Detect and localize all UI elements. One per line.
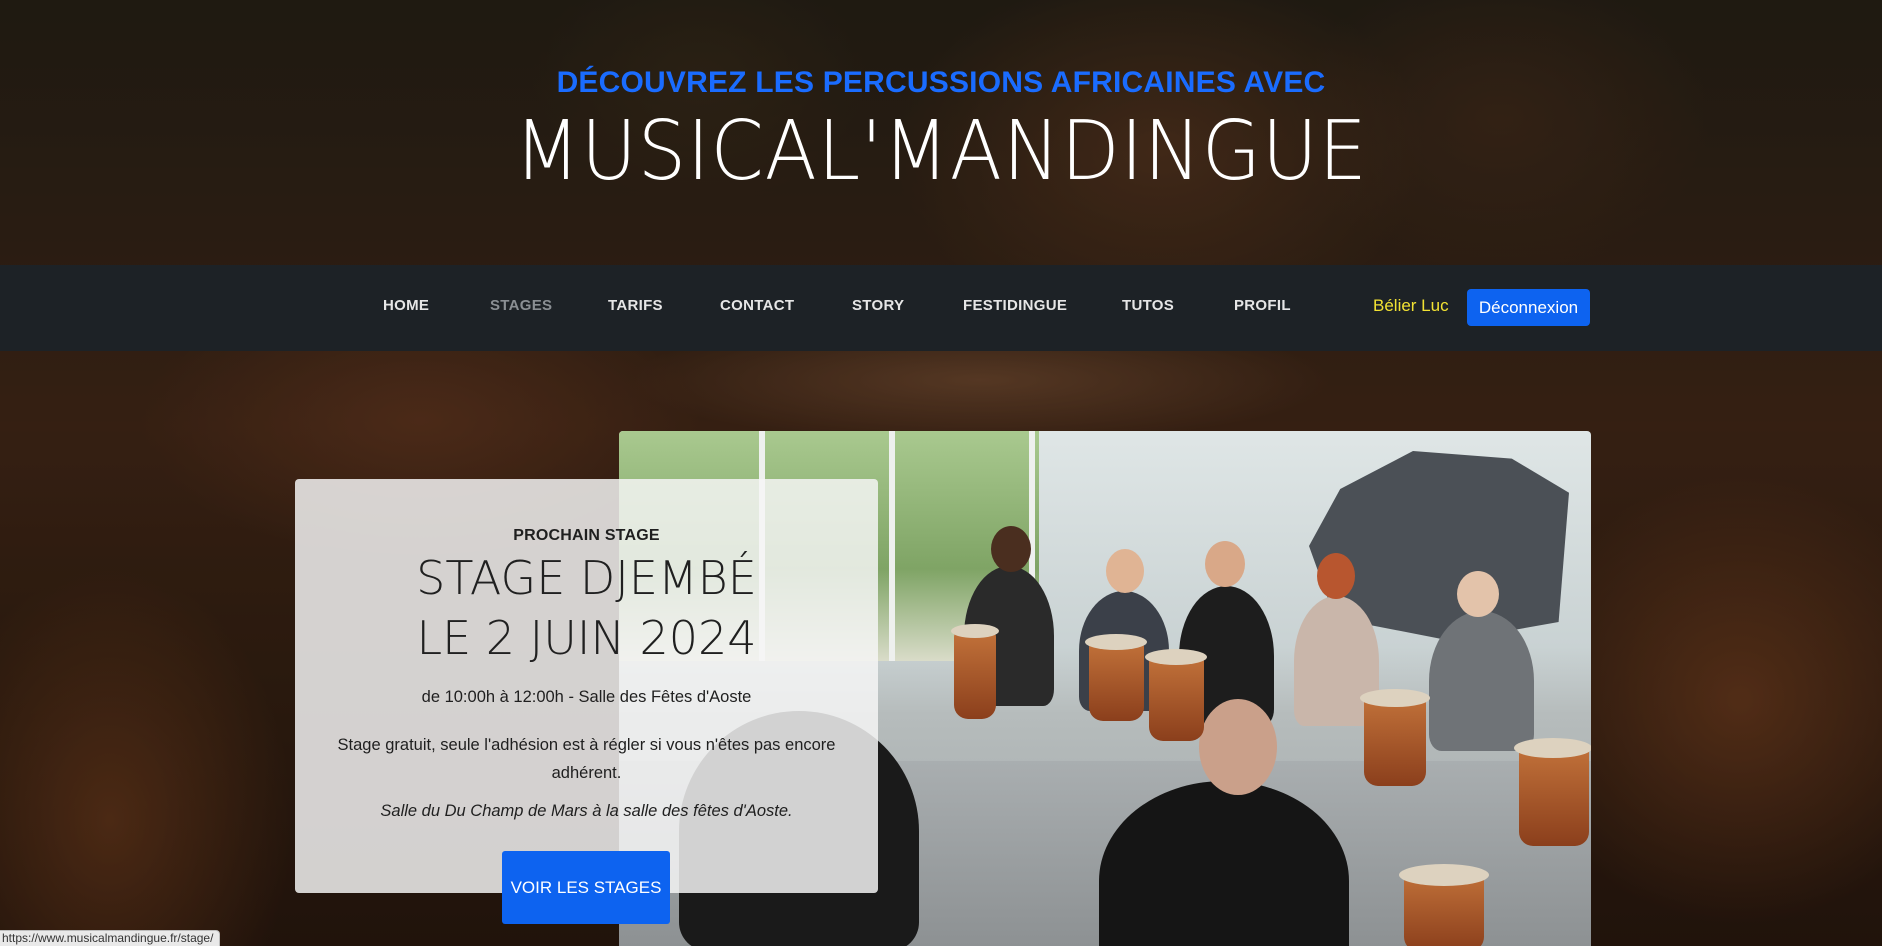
workshop-title: STAGE DJEMBÉ LE 2 JUIN 2024 — [295, 548, 878, 668]
photo-person — [1429, 611, 1534, 751]
nav-item-contact[interactable]: CONTACT — [720, 297, 794, 314]
photo-window-frame — [889, 431, 895, 661]
logout-button[interactable]: Déconnexion — [1467, 289, 1590, 326]
nav-item-stages[interactable]: STAGES — [490, 297, 552, 314]
view-stages-button[interactable]: VOIR LES STAGES — [502, 851, 670, 924]
status-bar-url: https://www.musicalmandingue.fr/stage/ — [0, 930, 221, 946]
photo-person-head — [1457, 571, 1499, 617]
photo-djembe — [1149, 656, 1204, 741]
photo-djembe — [954, 631, 996, 719]
photo-person-head — [1199, 699, 1277, 795]
photo-djembe-head — [1399, 864, 1489, 886]
photo-djembe-head — [1145, 649, 1207, 665]
photo-djembe-head — [1514, 738, 1591, 758]
workshop-title-line2: LE 2 JUIN 2024 — [416, 611, 757, 665]
photo-djembe — [1364, 696, 1426, 786]
nav-item-tutos[interactable]: TUTOS — [1122, 297, 1174, 314]
photo-djembe — [1519, 746, 1589, 846]
workshop-title-line1: STAGE DJEMBÉ — [416, 551, 757, 605]
nav-item-tarifs[interactable]: TARIFS — [608, 297, 663, 314]
nav-item-home[interactable]: HOME — [383, 297, 429, 314]
photo-djembe-head — [951, 624, 999, 638]
nav-menu: HOME STAGES TARIFS CONTACT STORY FESTIDI… — [0, 265, 1882, 351]
nav-item-profil[interactable]: PROFIL — [1234, 297, 1291, 314]
photo-djembe-head — [1085, 634, 1147, 650]
photo-djembe-head — [1360, 689, 1430, 707]
photo-person-head — [1106, 549, 1144, 593]
photo-person-head — [1317, 553, 1355, 599]
hero-header: DÉCOUVREZ LES PERCUSSIONS AFRICAINES AVE… — [0, 0, 1882, 265]
next-workshop-card: PROCHAIN STAGE STAGE DJEMBÉ LE 2 JUIN 20… — [295, 479, 878, 893]
card-label: PROCHAIN STAGE — [513, 527, 660, 544]
photo-person-head — [1205, 541, 1245, 587]
workshop-place: Salle du Du Champ de Mars à la salle des… — [380, 802, 793, 820]
nav-item-festidingue[interactable]: FESTIDINGUE — [963, 297, 1067, 314]
workshop-time: de 10:00h à 12:00h - Salle des Fêtes d'A… — [421, 688, 752, 706]
main-navbar: HOME STAGES TARIFS CONTACT STORY FESTIDI… — [0, 265, 1882, 351]
workshop-description: Stage gratuit, seule l'adhésion est à ré… — [337, 736, 836, 782]
photo-djembe — [1089, 641, 1144, 721]
nav-item-story[interactable]: STORY — [852, 297, 904, 314]
site-title: MUSICAL'MANDINGUE — [514, 104, 1368, 199]
photo-person-head — [991, 526, 1031, 572]
user-name-link[interactable]: Bélier Luc — [1373, 296, 1449, 316]
hero-subtitle: DÉCOUVREZ LES PERCUSSIONS AFRICAINES AVE… — [556, 66, 1326, 99]
